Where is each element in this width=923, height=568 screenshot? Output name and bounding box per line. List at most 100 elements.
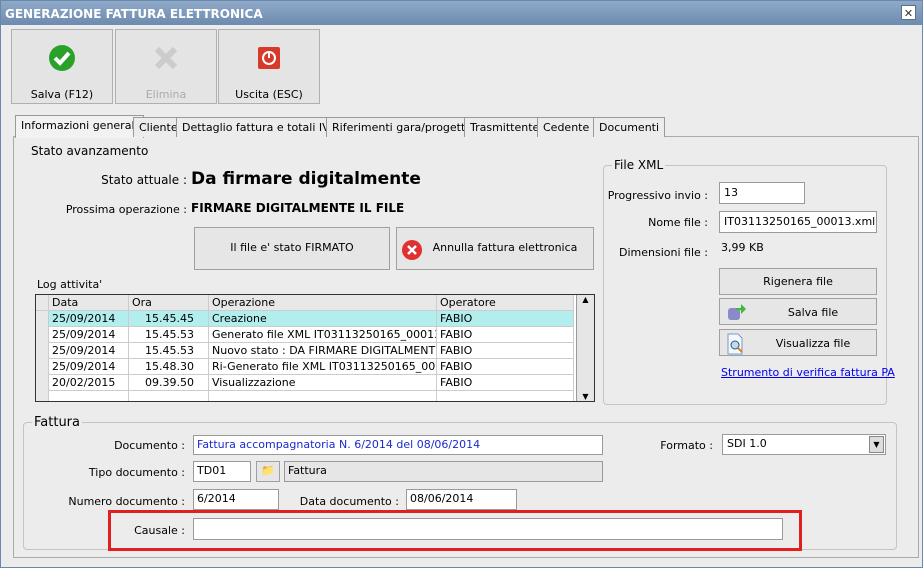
row-indicator[interactable]: [36, 375, 49, 391]
data-label: Data documento :: [299, 495, 399, 508]
data-input[interactable]: 08/06/2014: [406, 489, 517, 510]
row-indicator[interactable]: [36, 311, 49, 327]
row-indicator: [36, 295, 49, 311]
check-icon: [49, 45, 75, 71]
tab-dettaglio[interactable]: Dettaglio fattura e totali IVA: [176, 117, 343, 137]
progressivo-label: Progressivo invio :: [607, 189, 708, 202]
table-header: Data Ora Operazione Operatore: [36, 295, 574, 311]
cell-ora: 15.48.30: [129, 359, 209, 375]
rigenera-button[interactable]: Rigenera file: [719, 268, 877, 295]
log-label: Log attivita': [37, 278, 103, 291]
cell-operatore: [437, 391, 574, 401]
table-row[interactable]: 25/09/2014 15.45.53 Generato file XML IT03…: [36, 327, 574, 343]
power-icon: [258, 47, 280, 69]
row-indicator[interactable]: [36, 359, 49, 375]
file-search-icon: [727, 333, 743, 355]
col-operatore[interactable]: Operatore: [437, 295, 574, 311]
tipo-label: Tipo documento :: [88, 466, 185, 479]
cell-operazione: Creazione: [209, 311, 437, 327]
cell-operatore: FABIO: [437, 311, 574, 327]
cell-data: 25/09/2014: [49, 327, 129, 343]
log-table[interactable]: Data Ora Operazione Operatore 25/09/2014…: [35, 294, 595, 402]
cell-operazione: Nuovo stato : DA FIRMARE DIGITALMENTE: [209, 343, 437, 359]
row-indicator[interactable]: [36, 327, 49, 343]
cell-data: 25/09/2014: [49, 359, 129, 375]
dimensioni-value: 3,99 KB: [721, 241, 764, 254]
progressivo-input[interactable]: 13: [719, 182, 805, 204]
close-button[interactable]: ✕: [901, 5, 916, 20]
folder-button[interactable]: 📁: [256, 461, 280, 482]
documento-label: Documento :: [114, 439, 185, 452]
row-indicator[interactable]: [36, 343, 49, 359]
window-title: GENERAZIONE FATTURA ELETTRONICA: [5, 7, 263, 21]
visualizza-file-button[interactable]: Visualizza file: [719, 329, 877, 356]
col-operazione[interactable]: Operazione: [209, 295, 437, 311]
table-row[interactable]: 25/09/2014 15.45.45 Creazione FABIO: [36, 311, 574, 327]
cell-ora: 15.45.53: [129, 327, 209, 343]
cell-operazione: Visualizzazione: [209, 375, 437, 391]
cell-operatore: FABIO: [437, 359, 574, 375]
salva-file-label: Salva file: [787, 306, 839, 319]
cell-ora: 09.39.50: [129, 375, 209, 391]
visualizza-file-label: Visualizza file: [775, 337, 851, 350]
numero-label: Numero documento :: [68, 495, 185, 508]
cell-data: 25/09/2014: [49, 343, 129, 359]
table-row[interactable]: 25/09/2014 15.48.30 Ri-Generato file XML I…: [36, 359, 574, 375]
cell-operazione: Ri-Generato file XML IT03113250165_0001.…: [209, 359, 437, 375]
verifica-link[interactable]: Strumento di verifica fattura PA: [721, 366, 895, 379]
cell-data: 25/09/2014: [49, 311, 129, 327]
cell-operatore: FABIO: [437, 343, 574, 359]
cancel-invoice-label: Annulla fattura elettronica: [432, 241, 578, 254]
documento-input[interactable]: Fattura accompagnatoria N. 6/2014 del 08…: [193, 435, 603, 455]
cancel-icon: [402, 240, 422, 260]
dimensioni-label: Dimensioni file :: [619, 246, 708, 259]
cell-ora: [129, 391, 209, 401]
tab-cedente[interactable]: Cedente: [537, 117, 596, 137]
causale-label: Causale :: [134, 524, 185, 537]
title-bar: GENERAZIONE FATTURA ELETTRONICA ✕: [1, 1, 922, 25]
tipo-desc: Fattura: [284, 461, 603, 482]
file-signed-button[interactable]: Il file e' stato FIRMATO: [194, 227, 390, 270]
tipo-input[interactable]: TD01: [193, 461, 251, 482]
formato-label: Formato :: [660, 439, 713, 452]
current-state-value: Da firmare digitalmente: [191, 169, 421, 189]
col-ora[interactable]: Ora: [129, 295, 209, 311]
cell-ora: 15.45.53: [129, 343, 209, 359]
col-data[interactable]: Data: [49, 295, 129, 311]
database-save-icon: [728, 304, 746, 320]
exit-label: Uscita (ESC): [235, 88, 303, 101]
chevron-down-icon[interactable]: ▼: [869, 436, 884, 453]
table-row[interactable]: [36, 391, 574, 401]
cell-ora: 15.45.45: [129, 311, 209, 327]
cancel-invoice-button[interactable]: Annulla fattura elettronica: [396, 227, 594, 270]
tab-trasmittente[interactable]: Trasmittente: [464, 117, 546, 137]
stato-title: Stato avanzamento: [29, 144, 151, 158]
causale-input[interactable]: [193, 518, 783, 540]
cell-operazione: [209, 391, 437, 401]
scrollbar[interactable]: ▲ ▼: [576, 295, 594, 401]
nome-file-label: Nome file :: [648, 216, 708, 229]
delete-button[interactable]: Elimina: [115, 29, 217, 104]
formato-value: SDI 1.0: [727, 437, 767, 450]
fattura-title: Fattura: [32, 415, 82, 430]
nome-file-input[interactable]: IT03113250165_00013.xml: [719, 211, 877, 233]
salva-file-button[interactable]: Salva file: [719, 298, 877, 325]
delete-icon: [154, 46, 178, 70]
cell-data: 20/02/2015: [49, 375, 129, 391]
cell-operatore: FABIO: [437, 327, 574, 343]
file-xml-title: File XML: [612, 158, 666, 172]
tab-informazioni-generali[interactable]: Informazioni generali: [15, 115, 144, 138]
save-label: Salva (F12): [30, 88, 94, 101]
numero-input[interactable]: 6/2014: [193, 489, 279, 510]
table-row[interactable]: 20/02/2015 09.39.50 Visualizzazione FABIO: [36, 375, 574, 391]
save-button[interactable]: Salva (F12): [11, 29, 113, 104]
tab-documenti[interactable]: Documenti: [593, 117, 666, 137]
exit-button[interactable]: Uscita (ESC): [218, 29, 320, 104]
formato-select[interactable]: SDI 1.0 ▼: [722, 434, 886, 455]
delete-label: Elimina: [145, 88, 187, 101]
next-op-value: FIRMARE DIGITALMENTE IL FILE: [191, 201, 405, 215]
tab-riferimenti[interactable]: Riferimenti gara/progetto: [326, 117, 479, 137]
table-row[interactable]: 25/09/2014 15.45.53 Nuovo stato : DA FIRMA…: [36, 343, 574, 359]
window: GENERAZIONE FATTURA ELETTRONICA ✕ Salva …: [0, 0, 923, 568]
row-indicator[interactable]: [36, 391, 49, 401]
